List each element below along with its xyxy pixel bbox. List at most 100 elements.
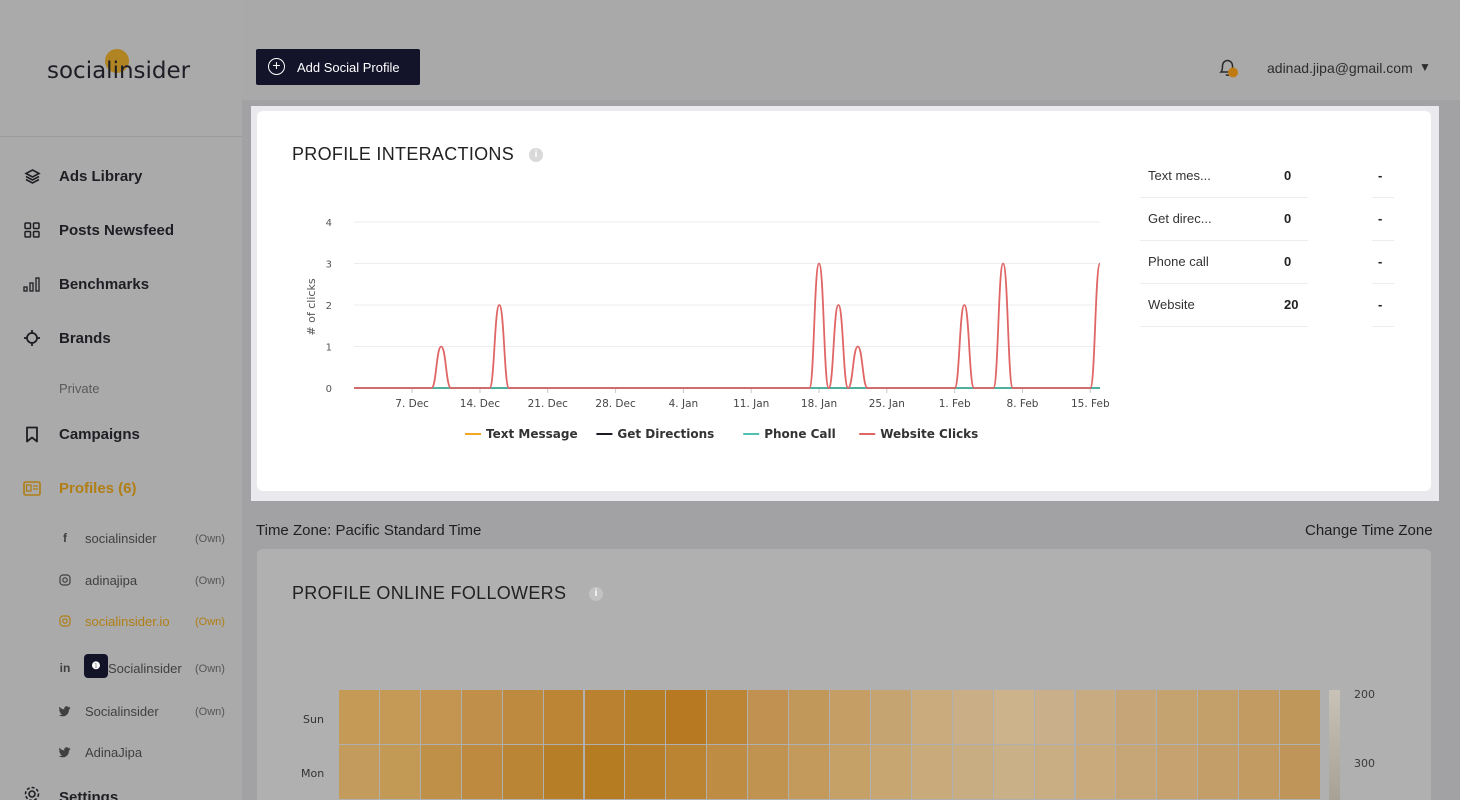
logo[interactable]: socialinsider [47, 58, 190, 84]
summary-metric-value: 20 [1284, 297, 1299, 312]
heatmap-cell [789, 745, 829, 799]
profile-card-icon [22, 478, 42, 498]
profile-own-badge: (Own) [195, 533, 225, 545]
profile-name: Socialinsider [85, 704, 159, 719]
summary-metric-name: Phone call [1148, 254, 1209, 269]
user-menu-email[interactable]: adinad.jipa@gmail.com [1267, 60, 1413, 76]
profile-own-badge: (Own) [195, 616, 225, 628]
profile-online-followers-title: PROFILE ONLINE FOLLOWERS [292, 583, 567, 603]
sidebar-item-brands[interactable]: Brands [0, 323, 242, 353]
x-tick-label: 11. Jan [733, 398, 769, 410]
heatmap-cell [502, 690, 543, 744]
profile-item-socialinsider-io-instagram[interactable]: socialinsider.io (Own) [0, 609, 242, 635]
profile-name: Socialinsider [108, 661, 182, 676]
profile-own-badge: (Own) [195, 575, 225, 587]
heatmap-cell [461, 745, 502, 799]
heatmap-cell [1034, 690, 1075, 744]
sidebar-item-label: Posts Newsfeed [59, 221, 175, 239]
heatmap-cell [911, 690, 952, 744]
y-tick-label: 2 [326, 301, 332, 312]
heatmap-cell [1075, 745, 1116, 799]
twitter-icon [58, 745, 72, 759]
heatmap-cell [461, 690, 502, 744]
heatmap-cell [707, 745, 748, 799]
sidebar: socialinsider Ads Library Posts Newsfeed… [0, 0, 242, 800]
legend-item-label: Text Message [486, 427, 578, 441]
profile-item-adinajipa-twitter[interactable]: AdinaJipa [0, 740, 242, 766]
heatmap-cell [1116, 745, 1157, 799]
info-icon[interactable]: i [589, 587, 603, 601]
x-tick-label: 8. Feb [1007, 398, 1039, 410]
profile-item-socialinsider-facebook[interactable]: f socialinsider (Own) [0, 526, 242, 552]
heatmap-cell [1116, 690, 1157, 744]
profile-interactions-title: PROFILE INTERACTIONS [292, 144, 515, 164]
heatmap-cell [911, 745, 952, 799]
instagram-icon [58, 614, 72, 628]
profile-item-socialinsider-twitter[interactable]: Socialinsider (Own) [0, 699, 242, 725]
summary-metric-name: Get direc... [1148, 211, 1212, 226]
profile-item-adinajipa-instagram[interactable]: adinajipa (Own) [0, 568, 242, 594]
heatmap-cell [1034, 745, 1075, 799]
legend-item-label: Website Clicks [880, 427, 978, 441]
change-time-zone-link[interactable]: Change Time Zone [1305, 522, 1433, 539]
summary-row: Get direc... 0 - [1140, 198, 1394, 241]
heatmap-cell [870, 690, 911, 744]
gear-icon [22, 784, 42, 800]
y-tick-label: 4 [326, 218, 332, 229]
sidebar-item-settings[interactable]: Settings [0, 780, 242, 800]
heatmap-cell [625, 690, 666, 744]
sidebar-item-campaigns[interactable]: Campaigns [0, 419, 242, 449]
bell-icon[interactable] [1216, 56, 1240, 80]
sidebar-item-profiles[interactable]: Profiles (6) [0, 473, 242, 503]
heatmap-cell [1157, 745, 1198, 799]
x-tick-label: 18. Jan [801, 398, 837, 410]
profile-name: adinajipa [85, 573, 138, 588]
profile-own-badge: (Own) [195, 706, 225, 718]
y-tick-label: 1 [326, 343, 332, 354]
heatmap-cell [543, 690, 584, 744]
x-tick-label: 21. Dec [528, 398, 569, 410]
profile-name: socialinsider [85, 531, 157, 546]
layers-icon [22, 166, 42, 186]
info-icon[interactable]: i [529, 148, 543, 162]
x-tick-label: 28. Dec [595, 398, 636, 410]
heatmap-cell [748, 745, 789, 799]
heatmap-cell [830, 745, 870, 799]
sidebar-item-posts-newsfeed[interactable]: Posts Newsfeed [0, 215, 242, 245]
summary-metric-change: - [1378, 211, 1383, 226]
sidebar-item-label: Benchmarks [59, 275, 150, 293]
x-tick-label: 25. Jan [869, 398, 905, 410]
heatmap-cell [339, 690, 379, 744]
heatmap-cell [789, 690, 829, 744]
summary-metric-name: Website [1148, 297, 1195, 312]
sidebar-item-benchmarks[interactable]: Benchmarks [0, 269, 242, 299]
add-social-profile-button[interactable]: + Add Social Profile [256, 49, 420, 85]
summary-row: Text mes... 0 - [1140, 155, 1394, 198]
sidebar-subitem-label: Private [59, 380, 100, 396]
add-social-profile-label: Add Social Profile [297, 60, 400, 75]
chevron-down-icon[interactable]: ▼ [1419, 60, 1431, 74]
x-tick-label: 15. Feb [1071, 398, 1110, 410]
heatmap-cell [666, 745, 707, 799]
heatmap-scale-label: 200 [1354, 688, 1375, 701]
heatmap-cell [993, 745, 1034, 799]
heatmap-cell [830, 690, 870, 744]
heatmap-cell [379, 745, 420, 799]
heatmap-cell [339, 745, 379, 799]
sidebar-item-ads-library[interactable]: Ads Library [0, 161, 242, 191]
sidebar-item-label: Campaigns [59, 425, 140, 443]
facebook-icon: f [63, 531, 67, 545]
x-tick-label: 7. Dec [395, 398, 429, 410]
row-divider [1140, 326, 1308, 327]
profile-own-badge: (Own) [195, 663, 225, 675]
twitter-icon [58, 704, 72, 718]
plus-circle-icon: + [268, 58, 285, 75]
heatmap-cell [748, 690, 789, 744]
heatmap-cell [379, 690, 420, 744]
heatmap-cell [1157, 690, 1198, 744]
sidebar-item-label: Profiles (6) [59, 479, 137, 497]
sidebar-item-private[interactable]: Private [0, 373, 242, 403]
profile-item-socialinsider-linkedin[interactable]: in ❶ Socialinsider (Own) [0, 654, 242, 680]
y-tick-label: 0 [326, 384, 332, 395]
series-line-website-clicks [354, 262, 1101, 389]
